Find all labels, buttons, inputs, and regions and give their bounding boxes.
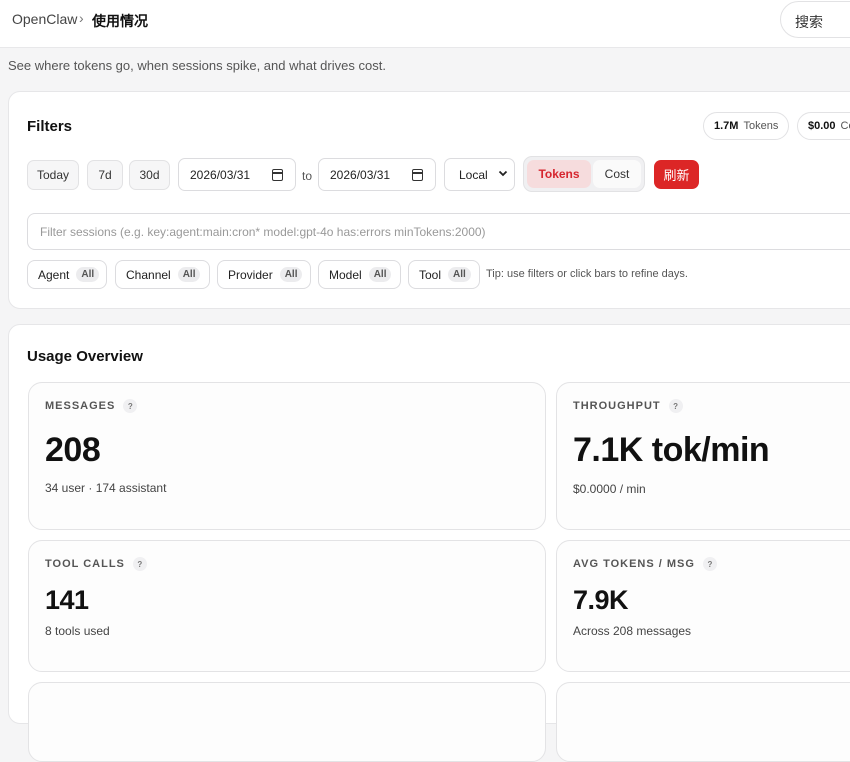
usage-overview-card: Usage Overview MESSAGES ? 208 34 user · … bbox=[8, 324, 850, 762]
search-input[interactable]: 搜索 bbox=[780, 1, 850, 38]
stat-subtext: 8 tools used bbox=[45, 624, 110, 638]
range-7d-button[interactable]: 7d bbox=[87, 160, 123, 190]
stat-label: AVG TOKENS / MSG ? bbox=[573, 557, 717, 571]
breadcrumb-root[interactable]: OpenClaw bbox=[12, 11, 77, 27]
help-icon[interactable]: ? bbox=[702, 557, 717, 571]
help-icon[interactable]: ? bbox=[668, 399, 683, 413]
tokens-summary-value: 1.7M bbox=[714, 120, 739, 132]
tool-filter-chip[interactable]: Tool All bbox=[408, 260, 480, 289]
stat-value: 7.1K tok/min bbox=[573, 431, 770, 469]
range-30d-button[interactable]: 30d bbox=[129, 160, 170, 190]
mode-toggle: Tokens Cost bbox=[523, 156, 645, 192]
timezone-value: Local bbox=[459, 167, 488, 182]
breadcrumb-current: 使用情况 bbox=[92, 13, 148, 29]
stat-label-text: THROUGHPUT bbox=[573, 400, 661, 412]
mode-tokens-button[interactable]: Tokens bbox=[527, 160, 591, 188]
chip-value-badge: All bbox=[76, 267, 100, 282]
tokens-summary-label: Tokens bbox=[743, 120, 779, 132]
stat-label-text: MESSAGES bbox=[45, 400, 116, 412]
cost-summary-pill: $0.00 Co bbox=[797, 112, 850, 140]
chip-value-badge: All bbox=[177, 267, 201, 282]
provider-filter-chip[interactable]: Provider All bbox=[217, 260, 311, 289]
stat-label-text: AVG TOKENS / MSG bbox=[573, 558, 695, 570]
calendar-icon[interactable] bbox=[272, 169, 283, 181]
range-today-button[interactable]: Today bbox=[27, 160, 79, 190]
tool-calls-stat-card: TOOL CALLS ? 141 8 tools used bbox=[28, 540, 546, 672]
top-bar: OpenClaw › 使用情况 搜索 bbox=[0, 0, 850, 48]
stat-label: MESSAGES ? bbox=[45, 399, 138, 413]
stat-label: TOOL CALLS ? bbox=[45, 557, 147, 571]
throughput-stat-card: THROUGHPUT ? 7.1K tok/min $0.0000 / min bbox=[556, 382, 850, 530]
chip-label: Agent bbox=[38, 267, 70, 282]
filters-title: Filters bbox=[27, 118, 73, 135]
stat-subtext: Across 208 messages bbox=[573, 624, 692, 638]
stat-card-partial bbox=[556, 682, 850, 762]
chip-value-badge: All bbox=[279, 267, 303, 282]
chip-value-badge: All bbox=[448, 267, 471, 282]
tokens-summary-pill: 1.7M Tokens bbox=[703, 112, 790, 140]
help-icon[interactable]: ? bbox=[132, 557, 147, 571]
chip-label: Channel bbox=[126, 267, 171, 282]
avg-tokens-stat-card: AVG TOKENS / MSG ? 7.9K Across 208 messa… bbox=[556, 540, 850, 672]
stat-card-partial bbox=[28, 682, 546, 762]
stat-subtext: 34 user · 174 assistant bbox=[45, 481, 167, 495]
channel-filter-chip[interactable]: Channel All bbox=[115, 260, 210, 289]
refresh-button[interactable]: 刷新 bbox=[654, 160, 699, 189]
stat-label-text: TOOL CALLS bbox=[45, 558, 125, 570]
session-filter-input[interactable]: Filter sessions (e.g. key:agent:main:cro… bbox=[27, 213, 850, 250]
stat-value: 208 bbox=[45, 431, 101, 469]
model-filter-chip[interactable]: Model All bbox=[318, 260, 401, 289]
date-from-value: 2026/03/31 bbox=[190, 167, 251, 182]
chip-label: Provider bbox=[228, 267, 273, 282]
filters-tip: Tip: use filters or click bars to refine… bbox=[486, 268, 688, 280]
breadcrumb-separator-icon: › bbox=[79, 10, 84, 26]
chip-label: Model bbox=[329, 267, 362, 282]
stat-value: 7.9K bbox=[573, 585, 629, 615]
filters-card: Filters 1.7M Tokens $0.00 Co Today 7d 30… bbox=[8, 91, 850, 309]
date-to-input[interactable]: 2026/03/31 bbox=[318, 158, 436, 191]
agent-filter-chip[interactable]: Agent All bbox=[27, 260, 107, 289]
chevron-down-icon bbox=[498, 168, 508, 181]
search-placeholder: 搜索 bbox=[795, 14, 823, 30]
mode-cost-button[interactable]: Cost bbox=[593, 160, 641, 188]
stat-subtext: $0.0000 / min bbox=[573, 482, 646, 496]
date-from-input[interactable]: 2026/03/31 bbox=[178, 158, 296, 191]
chip-value-badge: All bbox=[368, 267, 392, 282]
date-range-to-label: to bbox=[302, 169, 313, 183]
stat-label: THROUGHPUT ? bbox=[573, 399, 683, 413]
messages-stat-card: MESSAGES ? 208 34 user · 174 assistant bbox=[28, 382, 546, 530]
chip-label: Tool bbox=[419, 267, 442, 282]
cost-summary-label: Co bbox=[840, 120, 850, 132]
cost-summary-value: $0.00 bbox=[808, 120, 836, 132]
help-icon[interactable]: ? bbox=[123, 399, 138, 413]
timezone-select[interactable]: Local bbox=[444, 158, 515, 191]
stat-value: 141 bbox=[45, 585, 89, 615]
date-to-value: 2026/03/31 bbox=[330, 167, 391, 182]
calendar-icon[interactable] bbox=[412, 169, 423, 181]
usage-overview-title: Usage Overview bbox=[27, 348, 143, 365]
page-subtitle: See where tokens go, when sessions spike… bbox=[8, 58, 386, 73]
